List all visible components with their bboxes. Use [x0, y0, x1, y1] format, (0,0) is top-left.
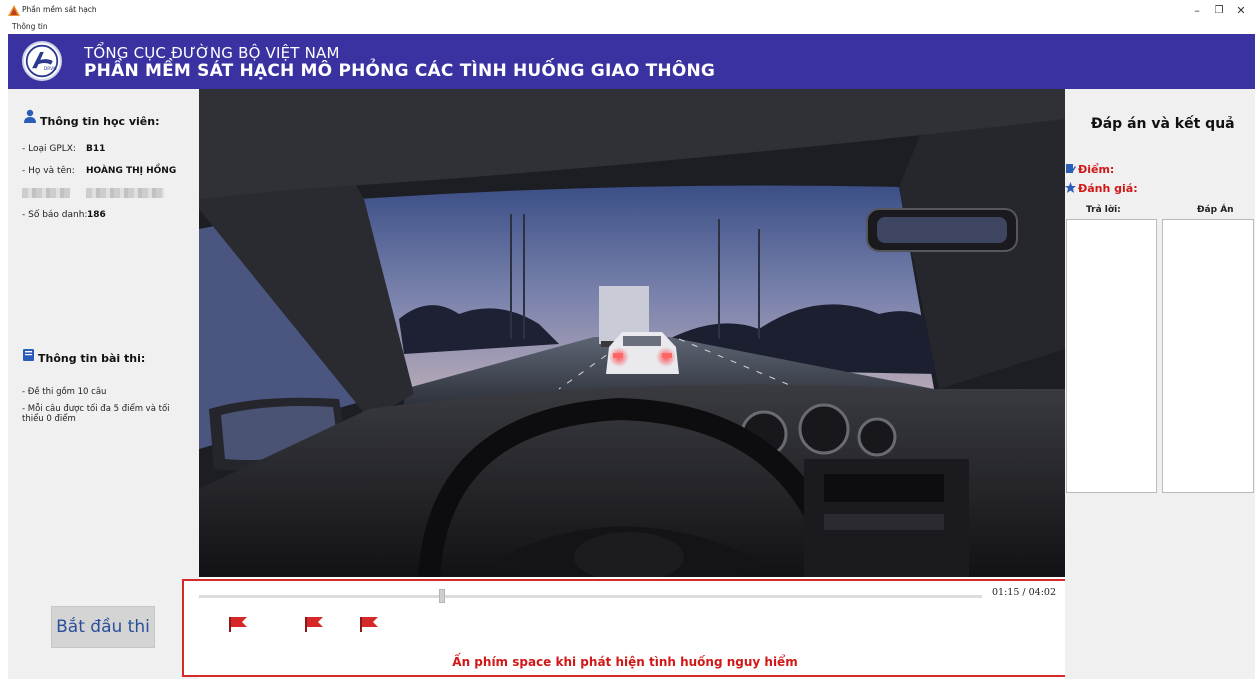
answer-key-list[interactable] [1162, 219, 1254, 493]
flag-icon [305, 617, 323, 632]
candidate-id-label: - Số báo danh: [22, 210, 88, 220]
flag-icon [229, 617, 247, 632]
star-icon [1065, 182, 1076, 193]
license-label: - Loại GPLX: [22, 144, 76, 154]
menu-item-info[interactable]: Thông tin [12, 22, 48, 31]
student-section-title: Thông tin học viên: [40, 115, 160, 128]
warning-app-icon [8, 5, 20, 16]
key-column-header: Đáp Án [1197, 205, 1234, 215]
results-title: Đáp án và kết quả [1091, 116, 1235, 132]
progress-thumb[interactable] [438, 589, 445, 603]
svg-text:DRVN: DRVN [44, 66, 57, 72]
simulation-video[interactable] [199, 89, 1065, 577]
name-label: - Họ và tên: [22, 166, 75, 176]
redacted-value [86, 188, 164, 198]
drvn-logo: DRVN [22, 41, 62, 81]
time-display: 01:15 / 04:02 [992, 587, 1056, 598]
exam-section-title: Thông tin bài thi: [38, 352, 146, 365]
driving-scene [199, 89, 1065, 577]
flag-icon [360, 617, 378, 632]
organization-name: TỔNG CỤC ĐƯỜNG BỘ VIỆT NAM [84, 44, 340, 62]
player-control-box: 01:15 / 04:02 Ấn phím space khi phát hiệ… [182, 579, 1068, 677]
start-exam-button[interactable]: Bắt đầu thi [51, 606, 155, 648]
student-info-panel: Thông tin học viên: - Loại GPLX: B11 - H… [8, 89, 199, 679]
header-banner: DRVN TỔNG CỤC ĐƯỜNG BỘ VIỆT NAM PHẦN MỀM… [8, 34, 1255, 89]
redacted-label [22, 188, 70, 198]
score-label: Điểm: [1078, 163, 1115, 176]
score-icon [1066, 164, 1076, 173]
exam-question-count: - Đề thi gồm 10 câu [22, 387, 107, 397]
window-title: Phần mềm sát hạch [22, 5, 97, 14]
results-panel: Đáp án và kết quả Điểm: Đánh giá: Trả lờ… [1065, 89, 1255, 679]
license-value: B11 [86, 144, 106, 154]
person-icon [24, 109, 36, 123]
rating-label: Đánh giá: [1078, 182, 1138, 195]
app-heading: PHẦN MỀM SÁT HẠCH MÔ PHỎNG CÁC TÌNH HUỐN… [84, 61, 716, 81]
candidate-id-value: 186 [87, 210, 106, 220]
space-key-hint: Ấn phím space khi phát hiện tình huống n… [452, 655, 798, 669]
name-value: HOÀNG THỊ HỒNG [86, 166, 177, 176]
exam-scoring-rule: - Mỗi câu được tối đa 5 điểm và tối [22, 404, 170, 414]
answers-list[interactable] [1066, 219, 1157, 493]
answer-column-header: Trả lời: [1086, 205, 1121, 215]
exam-scoring-rule-cont: thiểu 0 điểm [22, 414, 76, 424]
exam-info-icon [23, 349, 34, 361]
progress-track[interactable] [199, 595, 982, 598]
title-bar: Phần mềm sát hạch Thông tin – ❐ ✕ [0, 0, 1255, 34]
close-button[interactable]: ✕ [1226, 2, 1255, 20]
